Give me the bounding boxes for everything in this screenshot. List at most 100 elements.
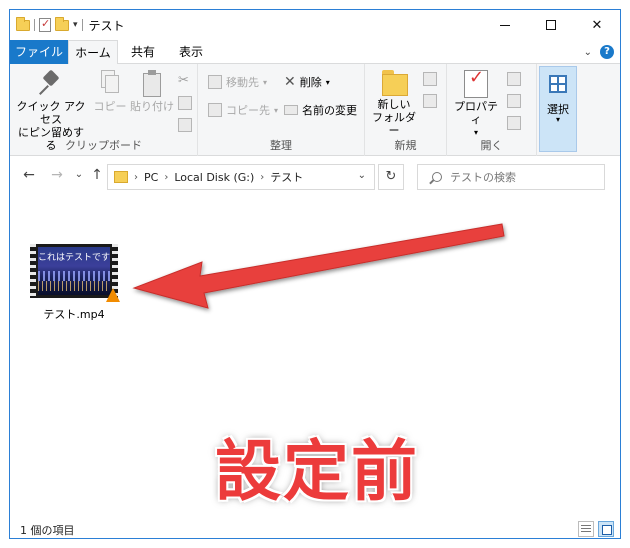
select-button[interactable]: 選択 ▾	[539, 66, 577, 152]
large-icons-view-icon[interactable]	[598, 521, 614, 537]
new-folder-button[interactable]: 新しい フォルダー	[369, 70, 419, 137]
quick-access-toolbar: ▾ テスト	[16, 16, 125, 34]
chevron-down-icon: ▾	[325, 77, 330, 87]
paste-label: 貼り付け	[130, 100, 174, 113]
edit-icon[interactable]	[507, 94, 521, 108]
copy-to-button[interactable]: コピー先 ▾	[208, 100, 278, 120]
status-bar: 1 個の項目	[10, 518, 620, 538]
open-group-label: 開く	[480, 139, 503, 152]
new-folder-icon	[380, 70, 408, 96]
item-count: 1 個の項目	[20, 524, 75, 537]
new-folder-icon[interactable]	[55, 16, 69, 31]
explorer-window: ▾ テスト ✕ ファイル ホーム 共有 表示 ⌄ ? クイック アクセス にピン…	[9, 9, 621, 539]
paste-icon	[141, 70, 163, 98]
maximize-icon	[546, 20, 556, 30]
new-item-icon[interactable]	[423, 72, 437, 86]
search-placeholder: テストの検索	[450, 171, 516, 184]
window-title: テスト	[88, 18, 125, 33]
move-to-label: 移動先	[226, 76, 259, 89]
delete-label: 削除	[299, 76, 322, 89]
open-group: プロパティ ▾ 開く	[447, 64, 537, 156]
window-controls: ✕	[482, 10, 620, 40]
divider	[81, 19, 83, 31]
view-buttons	[578, 521, 614, 537]
chevron-down-icon: ▾	[274, 105, 279, 115]
chevron-down-icon: ▾	[263, 77, 268, 87]
details-view-icon[interactable]	[578, 521, 594, 537]
new-folder-label-line1: 新しい	[377, 98, 411, 111]
properties-button[interactable]: プロパティ ▾	[451, 70, 501, 139]
chevron-right-icon: ›	[134, 171, 138, 183]
chevron-right-icon: ›	[260, 171, 265, 183]
chevron-down-icon: ▾	[555, 115, 560, 124]
folder-icon	[16, 16, 30, 31]
easy-access-icon[interactable]	[423, 94, 437, 108]
organize-group: 移動先 ▾ ✕ 削除 ▾ コピー先 ▾ 名前の変更 整理	[198, 64, 365, 156]
title-bar: ▾ テスト ✕	[10, 10, 620, 40]
customize-qat-chevron-icon[interactable]: ▾	[73, 20, 78, 30]
recent-locations-chevron-icon[interactable]: ⌄	[70, 166, 88, 184]
close-button[interactable]: ✕	[574, 10, 620, 40]
clipboard-group: クイック アクセス にピン留めする コピー 貼り付け ✂ クリップボード	[10, 64, 198, 156]
refresh-button[interactable]: ↻	[378, 164, 404, 190]
back-button[interactable]: ←	[20, 166, 38, 184]
ribbon-right-controls: ⌄ ?	[584, 45, 614, 59]
copy-to-label: コピー先	[226, 104, 270, 117]
forward-button[interactable]: →	[48, 166, 66, 184]
delete-x-icon: ✕	[284, 74, 296, 90]
search-icon	[432, 172, 442, 182]
properties-icon[interactable]	[39, 17, 51, 32]
tab-home[interactable]: ホーム	[68, 40, 118, 65]
properties-label: プロパティ	[454, 100, 498, 126]
open-icon[interactable]	[507, 72, 521, 86]
ribbon-tabs: ファイル ホーム 共有 表示 ⌄ ?	[10, 40, 620, 65]
new-group-label: 新規	[394, 139, 417, 152]
rename-label: 名前の変更	[302, 104, 357, 117]
help-icon[interactable]: ?	[600, 45, 614, 59]
select-icon	[549, 75, 567, 93]
file-list-area[interactable]: これはテストです テスト.mp4 設定前	[10, 196, 620, 518]
search-input[interactable]: テストの検索	[417, 164, 605, 190]
cut-icon[interactable]: ✂	[178, 74, 192, 88]
new-folder-label-line2: フォルダー	[372, 111, 416, 137]
properties-icon	[464, 70, 488, 98]
move-to-button[interactable]: 移動先 ▾	[208, 72, 267, 92]
pin-label-line1: クイック アクセス	[16, 100, 86, 126]
tab-share[interactable]: 共有	[122, 40, 164, 64]
rename-icon	[284, 105, 298, 115]
new-group: 新しい フォルダー 新規	[365, 64, 447, 156]
up-button[interactable]: ↑	[88, 166, 106, 184]
chevron-right-icon: ›	[164, 171, 169, 183]
folder-icon	[114, 171, 128, 183]
minimize-icon	[500, 24, 510, 26]
copy-icon	[99, 70, 121, 96]
rename-button[interactable]: 名前の変更	[284, 100, 357, 120]
paste-shortcut-icon[interactable]	[178, 118, 192, 132]
copy-label: コピー	[93, 100, 127, 113]
copy-path-icon[interactable]	[178, 96, 192, 110]
expand-ribbon-chevron-icon[interactable]: ⌄	[584, 47, 592, 58]
history-icon[interactable]	[507, 116, 521, 130]
minimize-button[interactable]	[482, 10, 528, 40]
address-bar[interactable]: › PC › Local Disk (G:) › テスト ⌄	[107, 164, 375, 190]
paste-button[interactable]: 貼り付け	[130, 70, 174, 113]
pin-icon	[40, 70, 62, 96]
tab-view[interactable]: 表示	[170, 40, 212, 64]
organize-group-label: 整理	[270, 139, 292, 152]
breadcrumb-pc[interactable]: PC	[144, 171, 158, 184]
divider	[34, 19, 35, 31]
copy-to-icon	[208, 103, 222, 117]
address-dropdown-chevron-icon[interactable]: ⌄	[358, 170, 366, 181]
copy-button[interactable]: コピー	[92, 70, 128, 113]
breadcrumb-drive[interactable]: Local Disk (G:)	[174, 171, 254, 184]
close-icon: ✕	[591, 17, 603, 33]
overlay-label: 設定前	[215, 433, 419, 510]
ribbon: クイック アクセス にピン留めする コピー 貼り付け ✂ クリップボード 移動先…	[10, 64, 620, 156]
navigation-bar: ← → ⌄ ↑ › PC › Local Disk (G:) › テスト ⌄ ↻…	[10, 156, 620, 196]
clipboard-group-label: クリップボード	[65, 139, 142, 152]
tab-file[interactable]: ファイル	[10, 40, 68, 64]
maximize-button[interactable]	[528, 10, 574, 40]
breadcrumb-folder[interactable]: テスト	[270, 169, 303, 185]
move-to-icon	[208, 75, 222, 89]
delete-button[interactable]: ✕ 削除 ▾	[284, 72, 330, 92]
